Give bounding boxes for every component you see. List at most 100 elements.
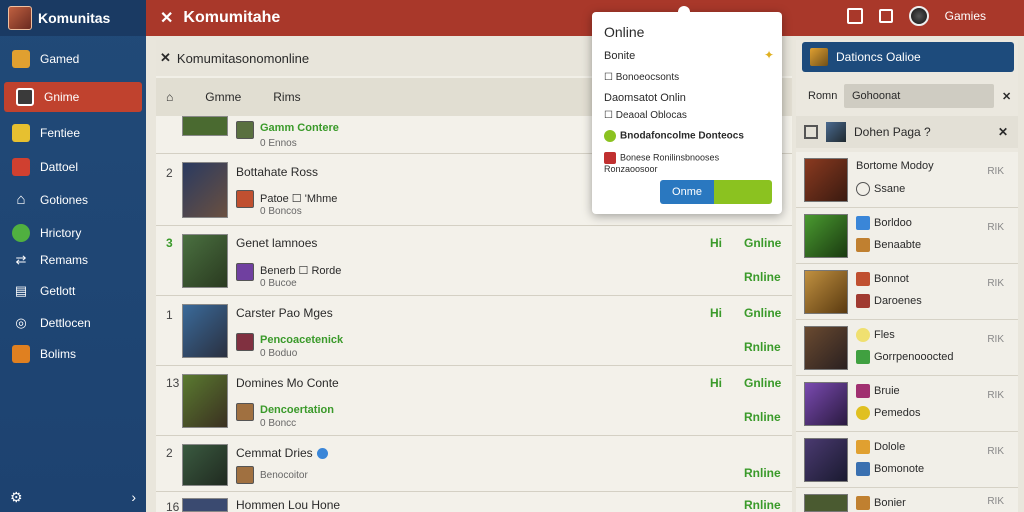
topbar-actions: Gamies — [846, 6, 986, 26]
row-subtitle: Benerb ☐ Rorde — [260, 265, 342, 277]
popover-option[interactable]: ☐ Bonoeocsonts — [604, 72, 679, 83]
sidebar-item-fentiee[interactable]: Fentiee — [0, 118, 146, 148]
table-row[interactable]: 3 Genet lamnoes Benerb ☐ Rorde 0 Bucoe H… — [156, 226, 792, 296]
game-icon — [236, 263, 254, 281]
shuffle-icon: ⇄ — [15, 252, 27, 267]
popover-option[interactable]: Daomsatot Onlin — [604, 92, 686, 104]
popover-option[interactable]: ☐ Deaoal Oblocas — [604, 110, 687, 121]
item-tag: RIK — [987, 334, 1004, 345]
sidebar: Komunitas Gamed Gnime Fentiee Dattoel ⌂ G… — [0, 0, 146, 512]
settings-icon[interactable]: ⚙ — [10, 489, 23, 506]
refresh-icon — [856, 182, 870, 196]
sidebar-item-gamed[interactable]: Gamed — [0, 44, 146, 74]
row-title: Domines Mo Conte — [236, 376, 339, 390]
game-thumbnail — [182, 116, 228, 136]
table-row[interactable]: 2 Cemmat Dries Benocoitor Rnline — [156, 436, 792, 492]
subpanel-header: Dohen Paga ? ✕ — [796, 116, 1018, 148]
tab-gmme[interactable]: Gmme — [205, 90, 241, 104]
close-icon[interactable]: ✕ — [1002, 90, 1011, 103]
status-indicator: Hi — [710, 236, 722, 250]
item-title: Borldoo — [856, 216, 912, 230]
list-item[interactable]: Bruie Pemedos RIK — [796, 376, 1018, 432]
avatar[interactable] — [908, 6, 929, 26]
row-meta: 0 Bucoe — [260, 278, 297, 289]
checkbox-icon[interactable] — [804, 125, 818, 139]
game-icon — [856, 440, 870, 454]
row-number: 3 — [166, 236, 173, 250]
online-button[interactable]: Onme — [660, 180, 772, 204]
list-item[interactable]: Bonier RIK — [796, 488, 1018, 512]
list-item[interactable]: Bortome Modoy Ssane RIK — [796, 152, 1018, 208]
game-icon — [856, 294, 870, 308]
search-input[interactable]: Gohoonat — [844, 84, 994, 108]
game-thumbnail — [804, 382, 848, 426]
item-subtitle: Gorrpenooocted — [856, 350, 954, 364]
status-indicator: Hi — [710, 306, 722, 320]
chevron-right-icon[interactable]: › — [131, 489, 136, 506]
grid-icon — [12, 345, 30, 363]
close-icon[interactable]: ✕ — [160, 8, 173, 28]
notification-icon[interactable] — [878, 9, 893, 23]
calendar-icon[interactable] — [846, 8, 863, 24]
shop-icon — [12, 158, 30, 176]
item-title: Bruie — [856, 384, 900, 398]
item-tag: RIK — [987, 496, 1004, 507]
sidebar-item-dettlocen[interactable]: ◎ Dettlocen — [0, 308, 146, 338]
item-subtitle: Ssane — [856, 182, 905, 196]
close-icon[interactable]: ✕ — [160, 50, 171, 66]
status-badge: Rnline — [744, 340, 781, 354]
item-title: Bortome Modoy — [856, 160, 934, 172]
row-title: Carster Pao Mges — [236, 306, 333, 320]
list-item[interactable]: Borldoo Benaabte RIK — [796, 208, 1018, 264]
compass-icon: ◎ — [15, 315, 27, 330]
table-row[interactable]: 13 Domines Mo Conte Dencoertation 0 Bonc… — [156, 366, 792, 436]
sidebar-footer: ⚙ › — [10, 489, 136, 506]
list-item[interactable]: Dolole Bomonote RIK — [796, 432, 1018, 488]
row-title: Hommen Lou Hone — [236, 498, 341, 512]
tab-rims[interactable]: Rims — [273, 90, 300, 104]
row-number: 2 — [166, 446, 173, 460]
table-row[interactable]: 16 Hommen Lou Hone Rnline — [156, 492, 792, 512]
status-badge: Rnline — [744, 498, 781, 512]
list-item[interactable]: Fles Gorrpenooocted RIK — [796, 320, 1018, 376]
row-number: 13 — [166, 376, 180, 390]
verified-check-icon — [316, 448, 328, 460]
sidebar-item-remams[interactable]: ⇄ Remams — [0, 245, 146, 275]
document-icon: ▤ — [14, 283, 28, 298]
game-icon — [856, 496, 870, 510]
item-subtitle: Benaabte — [856, 238, 921, 252]
toggle-fill — [714, 180, 772, 204]
sidebar-item-gnime[interactable]: Gnime — [4, 82, 142, 112]
sidebar-item-dattoel[interactable]: Dattoel — [0, 152, 146, 182]
popover-option[interactable]: Bnodafoncolme Donteocs — [604, 130, 744, 142]
user-name[interactable]: Gamies — [945, 9, 986, 23]
game-icon — [810, 48, 828, 66]
home-icon: ⌂ — [16, 191, 26, 208]
sidebar-item-getlott[interactable]: ▤ Getlott — [0, 276, 146, 306]
game-thumbnail — [182, 444, 228, 486]
sidebar-item-bolims[interactable]: Bolims — [0, 339, 146, 369]
row-subtitle: Patoe ☐ 'Mhme — [260, 193, 338, 205]
list-item[interactable]: Bonnot Daroenes RIK — [796, 264, 1018, 320]
close-icon[interactable]: ✕ — [998, 125, 1008, 139]
sidebar-item-hrictory[interactable]: Hrictory — [0, 218, 146, 248]
game-icon — [856, 272, 870, 286]
game-thumbnail — [182, 304, 228, 358]
right-panel-header[interactable]: Dationcs Oalioe — [802, 42, 1014, 72]
game-thumbnail — [182, 162, 228, 218]
popover-option[interactable]: Bonite — [604, 50, 635, 62]
row-meta: 0 Boduo — [260, 348, 298, 359]
popover-option[interactable]: Bonese Ronilinsbnooses Ronzaoosoor — [604, 152, 774, 174]
sidebar-item-gotiones[interactable]: ⌂ Gotiones — [0, 185, 146, 215]
row-number: 1 — [166, 308, 173, 322]
item-title: Fles — [856, 328, 895, 342]
item-tag: RIK — [987, 166, 1004, 177]
game-icon — [856, 384, 870, 398]
status-dot-icon — [604, 130, 616, 142]
home-icon[interactable]: ⌂ — [166, 90, 173, 104]
item-tag: RIK — [987, 446, 1004, 457]
sidebar-header: Komunitas — [0, 0, 146, 36]
table-row[interactable]: 1 Carster Pao Mges Pencoacetenick 0 Bodu… — [156, 296, 792, 366]
gamepad-icon — [12, 50, 30, 68]
item-tag: RIK — [987, 390, 1004, 401]
